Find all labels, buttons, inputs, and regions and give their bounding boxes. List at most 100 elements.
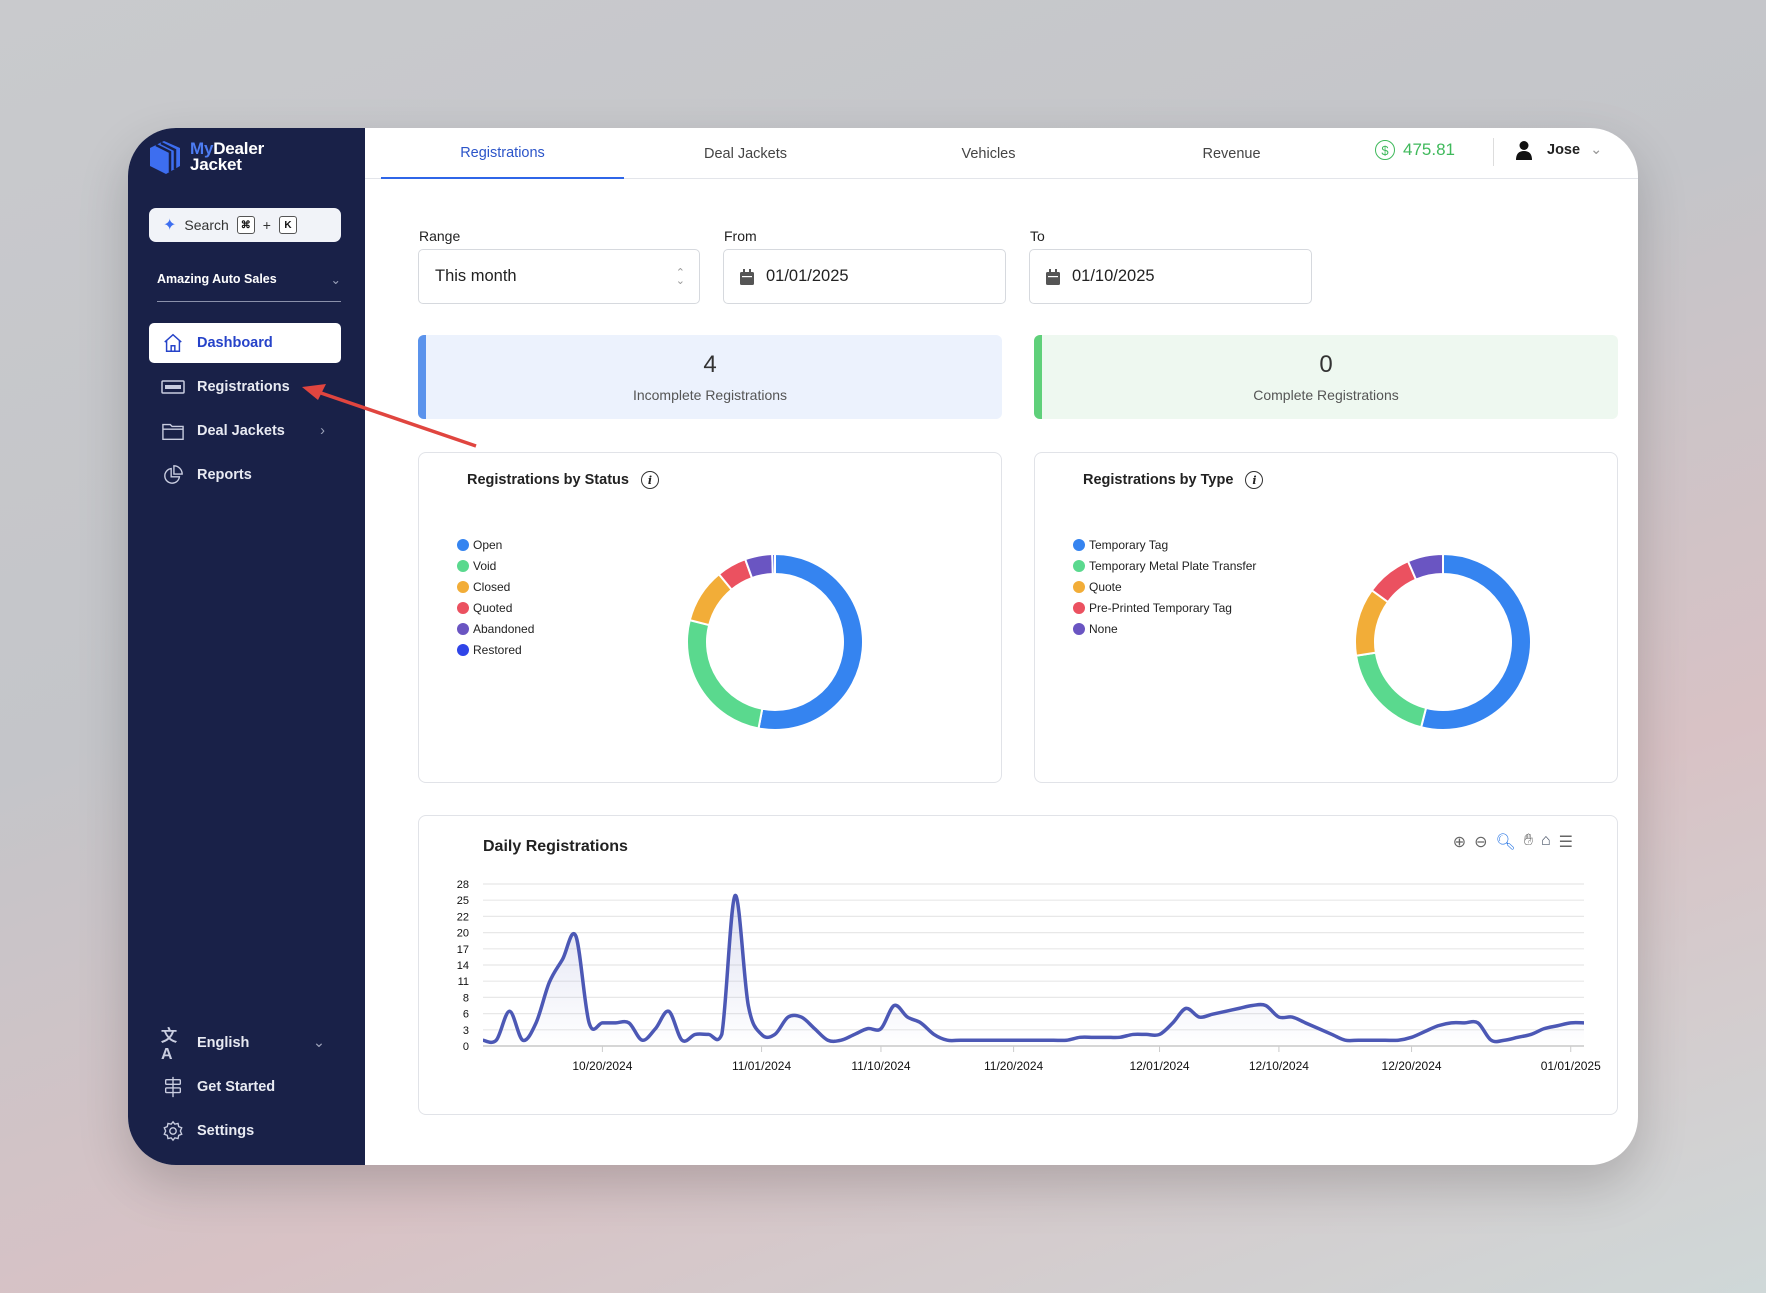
- legend-label: Restored: [473, 642, 522, 657]
- y-tick-label: 0: [463, 1041, 469, 1053]
- chevron-down-icon: ⌄: [330, 273, 341, 287]
- daily-chart-title: Daily Registrations: [483, 838, 628, 855]
- legend-dot: [457, 538, 469, 551]
- x-tick-label: 11/20/2024: [984, 1059, 1043, 1073]
- legend-label: None: [1089, 621, 1118, 636]
- daily-line-chart: 0 3 6 8 11 14 17 20 22 25 28 10/20/2024 11/01/2024 11…: [457, 879, 1601, 1073]
- reset-home-icon[interactable]: ⌂: [1541, 832, 1551, 852]
- x-tick-label: 12/10/2024: [1249, 1059, 1309, 1073]
- chevron-down-icon: ⌄: [312, 1035, 325, 1051]
- sidebar-item-label: Get Started: [197, 1079, 276, 1095]
- sidebar-item-settings[interactable]: Settings: [149, 1111, 341, 1151]
- legend-item[interactable]: Temporary Tag: [1073, 534, 1256, 555]
- to-label: To: [1030, 228, 1045, 244]
- x-tick-label: 01/01/2025: [1541, 1059, 1601, 1073]
- dollar-circle-icon: $: [1375, 140, 1395, 160]
- sidebar-item-deal-jackets[interactable]: Deal Jackets ›: [149, 411, 341, 451]
- donut-slice-void[interactable]: [686, 618, 764, 730]
- range-select[interactable]: This month ⌃ ⌄: [418, 249, 700, 304]
- legend-dot: [457, 643, 469, 656]
- donut-slice-temporary-tag[interactable]: [1419, 552, 1532, 731]
- legend-item[interactable]: Pre-Printed Temporary Tag: [1073, 597, 1256, 618]
- donut-slice-pre-printed-temporary-tag[interactable]: [1370, 559, 1418, 604]
- sidebar-item-registrations[interactable]: Registrations: [149, 367, 341, 407]
- legend-item[interactable]: Void: [457, 555, 534, 576]
- x-tick-label: 12/01/2024: [1129, 1059, 1189, 1073]
- info-icon[interactable]: i: [640, 471, 659, 489]
- logo[interactable]: MyDealer Jacket: [148, 138, 264, 176]
- registration-card-icon: [161, 375, 185, 399]
- zoom-in-icon[interactable]: ⊕: [1453, 832, 1466, 852]
- y-tick-label: 17: [457, 944, 469, 956]
- sidebar-item-label: Settings: [197, 1123, 255, 1139]
- legend-item[interactable]: Temporary Metal Plate Transfer: [1073, 555, 1256, 576]
- type-legend: Temporary Tag Temporary Metal Plate Trans…: [1073, 534, 1256, 639]
- y-tick-label: 22: [457, 911, 469, 923]
- type-chart-title: Registrations by Type: [1083, 472, 1234, 488]
- chart-toolbar: ⊕ ⊖ 🔍︎ ✋︎ ⌂ ☰: [1453, 832, 1573, 852]
- dealer-selector[interactable]: Amazing Auto Sales ⌄: [157, 272, 341, 302]
- top-nav: Registrations Deal Jackets Vehicles Reve…: [365, 128, 1638, 179]
- zoom-icon[interactable]: 🔍︎: [1496, 832, 1516, 852]
- incomplete-registrations-card[interactable]: 4 Incomplete Registrations: [418, 335, 1002, 419]
- sidebar-item-label: Reports: [197, 467, 252, 483]
- k-key: K: [278, 216, 297, 234]
- y-tick-label: 20: [457, 928, 469, 940]
- donut-slice-restored[interactable]: [771, 552, 776, 576]
- search-button[interactable]: ✦ Search ⌘ + K: [149, 208, 341, 242]
- complete-count: 0: [1319, 351, 1333, 378]
- complete-registrations-card[interactable]: 0 Complete Registrations: [1034, 335, 1618, 419]
- to-date-value: 01/10/2025: [1072, 267, 1155, 285]
- home-icon: [161, 331, 185, 355]
- translate-icon: 文A: [161, 1028, 178, 1063]
- legend-dot: [1073, 559, 1085, 572]
- status-legend: Open Void Closed Quoted Abandoned Restored: [457, 534, 534, 660]
- incomplete-label: Incomplete Registrations: [632, 387, 788, 403]
- balance[interactable]: $ 475.81: [1375, 140, 1455, 160]
- pan-icon[interactable]: ✋︎: [1524, 832, 1533, 852]
- to-date-input[interactable]: 01/10/2025: [1029, 249, 1312, 304]
- info-icon[interactable]: i: [1245, 471, 1264, 489]
- dealer-name: Amazing Auto Sales: [157, 272, 277, 286]
- status-chart-card: Registrations by Status i Open Void Closed…: [418, 452, 1002, 783]
- menu-icon[interactable]: ☰: [1559, 832, 1573, 852]
- tab-deal-jackets[interactable]: Deal Jackets: [624, 128, 867, 179]
- plus-sign: +: [262, 217, 271, 233]
- user-menu[interactable]: Jose ⌄: [1515, 140, 1602, 160]
- donut-slice-quote[interactable]: [1354, 588, 1390, 657]
- donut-slice-open[interactable]: [757, 552, 864, 731]
- incomplete-count: 4: [703, 351, 717, 378]
- sidebar-item-dashboard[interactable]: Dashboard: [149, 323, 341, 363]
- legend-item[interactable]: Open: [457, 534, 534, 555]
- sidebar-item-get-started[interactable]: Get Started: [149, 1067, 341, 1107]
- legend-dot: [457, 601, 469, 614]
- range-value: This month: [435, 267, 517, 285]
- chevron-right-icon: ›: [320, 423, 325, 439]
- app-window: MyDealer Jacket ✦ Search ⌘ + K Amazing Au…: [128, 128, 1638, 1165]
- calendar-icon: [740, 268, 754, 285]
- status-chart-title: Registrations by Status: [467, 472, 629, 488]
- legend-dot: [1073, 580, 1085, 593]
- from-date-input[interactable]: 01/01/2025: [723, 249, 1006, 304]
- legend-item[interactable]: Quoted: [457, 597, 534, 618]
- legend-item[interactable]: None: [1073, 618, 1256, 639]
- x-tick-label: 12/20/2024: [1382, 1059, 1442, 1073]
- y-tick-label: 25: [457, 895, 469, 907]
- tab-registrations[interactable]: Registrations: [381, 128, 624, 179]
- donut-slice-temporary-metal-plate-transfer[interactable]: [1354, 651, 1428, 729]
- tab-vehicles[interactable]: Vehicles: [867, 128, 1110, 179]
- sidebar-item-reports[interactable]: Reports: [149, 455, 341, 495]
- type-donut: [1354, 552, 1532, 731]
- legend-item[interactable]: Quote: [1073, 576, 1256, 597]
- tab-revenue[interactable]: Revenue: [1110, 128, 1353, 179]
- donut-slice-none[interactable]: [1406, 552, 1444, 581]
- zoom-out-icon[interactable]: ⊖: [1474, 832, 1487, 852]
- legend-item[interactable]: Abandoned: [457, 618, 534, 639]
- y-tick-label: 6: [463, 1009, 469, 1021]
- legend-dot: [1073, 622, 1085, 635]
- legend-item[interactable]: Closed: [457, 576, 534, 597]
- language-selector[interactable]: 文A English ⌄: [149, 1023, 341, 1063]
- legend-item[interactable]: Restored: [457, 639, 534, 660]
- series-line-daily-registrations[interactable]: [482, 893, 1585, 1045]
- y-tick-label: 11: [458, 976, 469, 988]
